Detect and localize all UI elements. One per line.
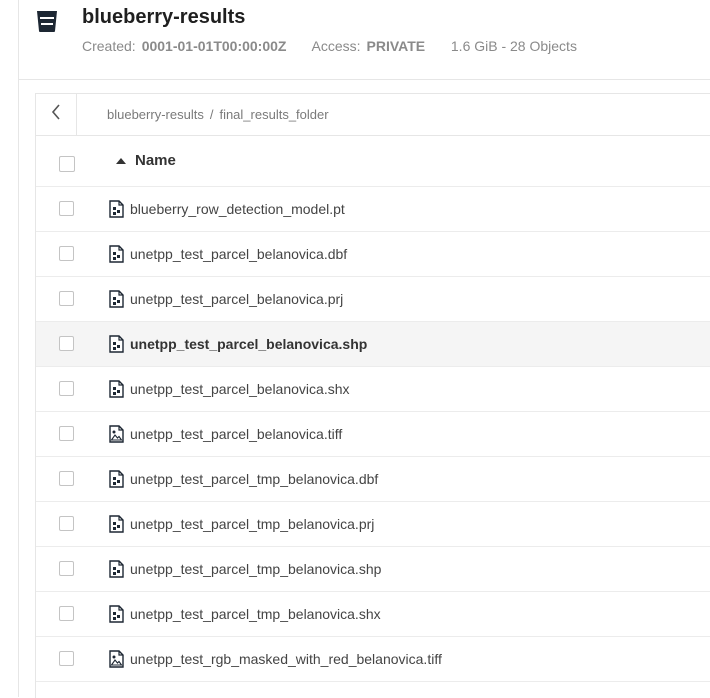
table-row[interactable]: unetpp_test_parcel_belanovica.shx [36,367,710,412]
bucket-title: blueberry-results [82,6,246,28]
file-icon [109,470,124,488]
name-column-label: Name [135,152,176,169]
file-name: unetpp_test_parcel_tmp_belanovica.dbf [130,471,379,487]
file-link[interactable]: unetpp_test_parcel_belanovica.tiff [109,425,342,443]
file-link[interactable]: unetpp_test_parcel_belanovica.shp [109,335,367,353]
file-link[interactable]: unetpp_test_parcel_belanovica.shx [109,380,350,398]
row-checkbox[interactable] [59,201,74,216]
row-checkbox[interactable] [59,246,74,261]
row-checkbox[interactable] [59,426,74,441]
created-label: Created: [82,38,136,54]
file-name: unetpp_test_parcel_belanovica.tiff [130,426,343,442]
file-name: unetpp_test_parcel_belanovica.prj [130,291,344,307]
bucket-icon [36,9,58,33]
table-row[interactable]: unetpp_test_parcel_belanovica.shp [36,322,710,367]
row-checkbox[interactable] [59,561,74,576]
access-label: Access: [311,38,361,54]
row-checkbox[interactable] [59,606,74,621]
table-row[interactable]: unetpp_test_parcel_belanovica.prj [36,277,710,322]
row-checkbox[interactable] [59,471,74,486]
file-name: unetpp_test_parcel_tmp_belanovica.prj [130,516,375,532]
table-row[interactable]: unetpp_test_parcel_belanovica.tiff [36,412,710,457]
breadcrumb: blueberry-results / final_results_folder [107,107,329,122]
image-file-icon [109,425,124,443]
file-name: unetpp_test_parcel_belanovica.shp [130,336,368,352]
table-row[interactable]: unetpp_test_parcel_tmp_belanovica.shx [36,592,710,637]
size-summary: 1.6 GiB - 28 Objects [450,38,577,54]
breadcrumb-separator: / [209,107,214,122]
row-checkbox[interactable] [59,291,74,306]
row-checkbox[interactable] [59,336,74,351]
bucket-header: blueberry-results Created: 0001-01-01T00:… [19,0,710,80]
back-button[interactable] [36,94,77,135]
file-icon [109,380,124,398]
file-icon [109,335,124,353]
bucket-meta: Created: 0001-01-01T00:00:00Z Access: PRIV… [82,38,577,54]
breadcrumb-item-folder[interactable]: final_results_folder [219,107,328,122]
sort-ascending-icon [116,157,126,164]
image-file-icon [109,650,124,668]
table-header-row: Name [36,136,710,187]
name-column-header[interactable]: Name [116,152,176,169]
file-icon [109,560,124,578]
created-value: 0001-01-01T00:00:00Z [141,38,287,54]
file-icon [109,515,124,533]
file-name: unetpp_test_parcel_tmp_belanovica.shx [130,606,381,622]
file-icon [109,200,124,218]
table-row[interactable]: unetpp_test_rgb_masked_with_red_belanovi… [36,637,710,682]
file-icon [109,290,124,308]
breadcrumb-item-bucket[interactable]: blueberry-results [107,107,204,122]
row-checkbox[interactable] [59,516,74,531]
left-rail [0,0,19,697]
row-checkbox[interactable] [59,651,74,666]
table-row[interactable]: unetpp_test_parcel_belanovica.dbf [36,232,710,277]
objects-table: Name blueberry_row_detection_model.ptune… [36,136,710,682]
file-link[interactable]: blueberry_row_detection_model.pt [109,200,345,218]
file-name: unetpp_test_rgb_masked_with_red_belanovi… [130,651,442,667]
file-link[interactable]: unetpp_test_parcel_tmp_belanovica.shx [109,605,381,623]
breadcrumb-bar: blueberry-results / final_results_folder [36,94,710,136]
chevron-left-icon [51,104,61,125]
file-icon [109,605,124,623]
file-name: blueberry_row_detection_model.pt [130,201,345,217]
file-name: unetpp_test_parcel_belanovica.dbf [130,246,348,262]
table-row[interactable]: unetpp_test_parcel_tmp_belanovica.dbf [36,457,710,502]
table-row[interactable]: blueberry_row_detection_model.pt [36,187,710,232]
object-browser-panel: blueberry-results / final_results_folder N… [35,93,710,698]
file-link[interactable]: unetpp_test_parcel_tmp_belanovica.dbf [109,470,378,488]
select-all-checkbox[interactable] [59,156,75,172]
file-name: unetpp_test_parcel_belanovica.shx [130,381,350,397]
table-row[interactable]: unetpp_test_parcel_tmp_belanovica.shp [36,547,710,592]
access-value: PRIVATE [366,38,426,54]
file-name: unetpp_test_parcel_tmp_belanovica.shp [130,561,382,577]
table-row[interactable]: unetpp_test_parcel_tmp_belanovica.prj [36,502,710,547]
file-icon [109,245,124,263]
row-checkbox[interactable] [59,381,74,396]
file-link[interactable]: unetpp_test_rgb_masked_with_red_belanovi… [109,650,442,668]
file-link[interactable]: unetpp_test_parcel_tmp_belanovica.prj [109,515,374,533]
file-link[interactable]: unetpp_test_parcel_belanovica.dbf [109,245,347,263]
file-link[interactable]: unetpp_test_parcel_tmp_belanovica.shp [109,560,381,578]
file-link[interactable]: unetpp_test_parcel_belanovica.prj [109,290,343,308]
